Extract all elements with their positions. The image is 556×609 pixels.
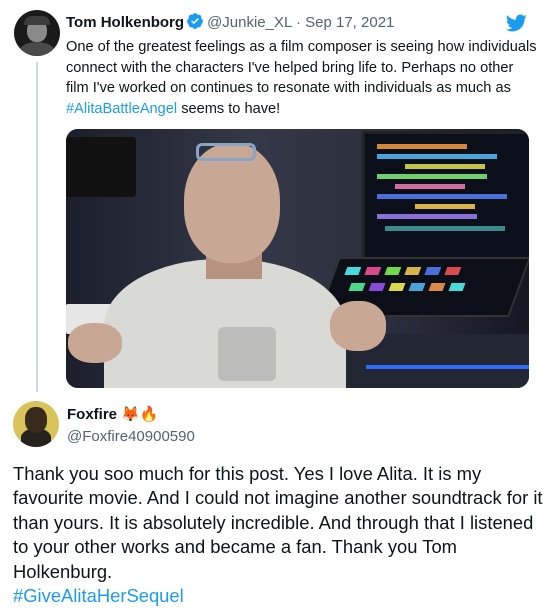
author-name[interactable]: Tom Holkenborg: [66, 14, 184, 31]
sunglasses-on-head: [196, 143, 256, 161]
avatar-shoulders: [19, 42, 55, 56]
hashtag-link[interactable]: #AlitaBattleAngel: [66, 101, 177, 117]
dot-separator: ·: [295, 14, 301, 31]
reply-text: Thank you soo much for this post. Yes I …: [13, 462, 545, 608]
reply-author-name[interactable]: Foxfire: [67, 406, 117, 423]
reply-body: Thank you soo much for this post. Yes I …: [13, 463, 543, 582]
tweet-body: One of the greatest feelings as a film c…: [66, 39, 537, 96]
reply-handle[interactable]: @Foxfire40900590: [67, 427, 195, 447]
author-handle[interactable]: @Junkie_XL: [207, 14, 292, 31]
tweet-body-end: seems to have!: [177, 100, 281, 117]
author-avatar[interactable]: [14, 10, 60, 56]
twitter-bird-icon[interactable]: [504, 12, 528, 34]
shirt-print: [218, 327, 276, 381]
tweet-date[interactable]: Sep 17, 2021: [305, 14, 394, 31]
avatar-character: [25, 407, 47, 433]
person-head: [184, 143, 280, 263]
daw-monitor: [362, 131, 529, 263]
reply-hashtag-link[interactable]: #GiveAlitaHerSequel: [13, 584, 545, 608]
thread-connector-line: [36, 62, 38, 392]
reply-header: Foxfire 🦊🔥: [67, 405, 159, 425]
reply-avatar[interactable]: [13, 401, 59, 447]
tweet-video[interactable]: [66, 129, 529, 388]
tweet-header: Tom Holkenborg @Junkie_XL · Sep 17, 2021: [66, 12, 394, 33]
avatar-cap: [24, 16, 50, 25]
desk-light: [366, 365, 529, 369]
name-emojis: 🦊🔥: [121, 406, 159, 423]
verified-badge-icon: [187, 13, 203, 29]
synth-equipment: [66, 137, 136, 197]
tweet-text: One of the greatest feelings as a film c…: [66, 37, 540, 119]
person-right-hand: [330, 301, 386, 351]
person-left-hand: [68, 323, 122, 363]
